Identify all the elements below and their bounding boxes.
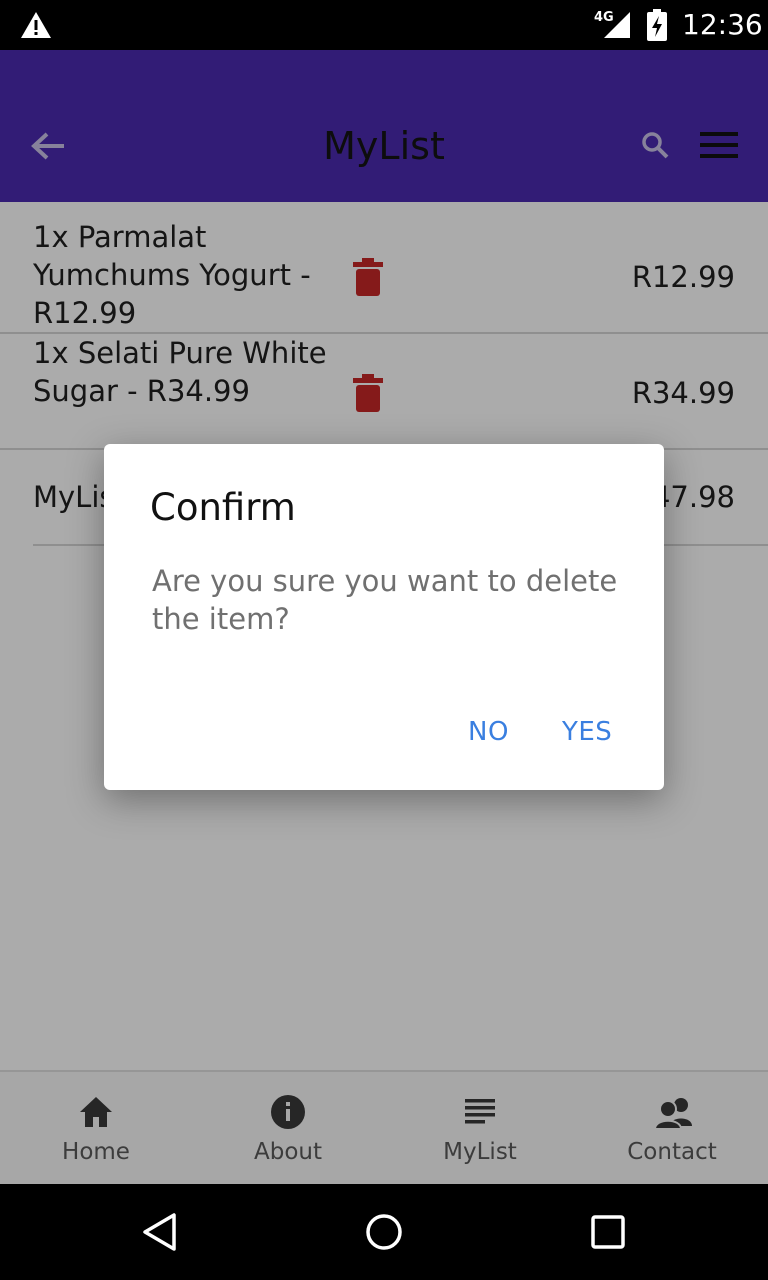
status-bar: 4G 12:36 [0,0,768,50]
confirm-dialog: Confirm Are you sure you want to delete … [104,444,664,790]
network-type: 4G [594,10,614,25]
system-nav-bar [0,1184,768,1280]
dialog-message: Are you sure you want to delete the item… [152,564,618,636]
no-button[interactable]: NO [468,710,509,754]
system-home-icon[interactable] [364,1212,404,1256]
system-back-icon[interactable] [140,1212,180,1256]
battery-charging-icon [646,9,668,45]
system-recents-icon[interactable] [590,1214,626,1254]
warning-icon [20,10,52,44]
screen: 4G 12:36 MyList 1x Parmalat Yumchums Yog… [0,0,768,1280]
yes-button[interactable]: YES [562,710,612,754]
dialog-title: Confirm [150,486,296,529]
clock: 12:36 [682,8,763,41]
